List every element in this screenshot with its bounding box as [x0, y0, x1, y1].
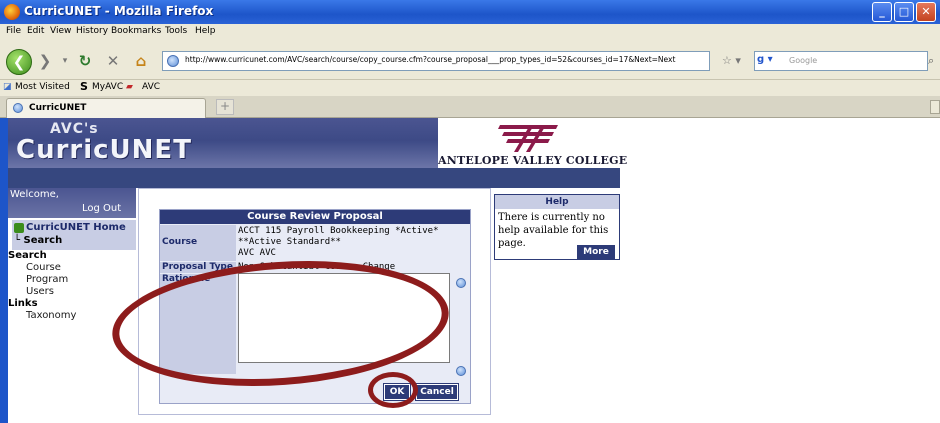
bookmark-myavc[interactable]: MyAVC [92, 82, 123, 92]
more-button[interactable]: More [577, 245, 615, 259]
bookmark-most-visited[interactable]: Most Visited [15, 82, 70, 92]
search-input[interactable]: g ▾ Google [754, 51, 928, 71]
college-logo-area: ANTELOPE VALLEY COLLEGE [438, 118, 628, 168]
nav-heading-links: Links [8, 298, 38, 309]
banner-title: CurricUNET [16, 135, 192, 165]
tab-bar: CurricUNET + [0, 96, 940, 118]
window-title-bar: CurricUNET - Mozilla Firefox _ □ ✕ [0, 0, 940, 24]
site-identity-icon[interactable] [167, 55, 179, 67]
bookmark-star-icon[interactable]: ☆ ▾ [722, 54, 741, 67]
window-frame-left [0, 118, 8, 423]
search-placeholder: Google [789, 56, 818, 65]
stop-icon[interactable]: ✕ [104, 52, 122, 70]
nav-strip [8, 168, 620, 188]
url-bar[interactable]: http://www.curricunet.com/AVC/search/cou… [162, 51, 710, 71]
cancel-button[interactable]: Cancel [415, 383, 459, 401]
course-line-2: **Active Standard** [238, 237, 341, 247]
college-name: ANTELOPE VALLEY COLLEGE [438, 154, 628, 167]
tab-favicon-icon [13, 103, 23, 113]
college-logo-icon [498, 125, 558, 152]
course-label: Course [160, 225, 236, 261]
search-icon[interactable]: ⌕ [928, 54, 934, 68]
navigation-toolbar: ❮ ❯ ▾ ↻ ✕ ⌂ http://www.curricunet.com/AV… [0, 42, 940, 80]
help-panel: Help There is currently no help availabl… [494, 194, 620, 260]
nav-link-program[interactable]: Program [26, 274, 68, 285]
help-info-icon-bottom[interactable] [456, 366, 466, 376]
forward-button[interactable]: ❯ [36, 52, 54, 70]
bookmark-avc[interactable]: AVC [142, 82, 160, 92]
reload-icon[interactable]: ↻ [76, 52, 94, 70]
nav-link-course[interactable]: Course [26, 262, 61, 273]
menu-file[interactable]: File [6, 26, 21, 36]
back-button[interactable]: ❮ [6, 49, 32, 75]
google-icon[interactable]: g ▾ [757, 54, 775, 68]
menu-view[interactable]: View [50, 26, 71, 36]
search-link-label: Search [23, 235, 63, 246]
site-banner: AVC's CurricUNET ANTELOPE VALLEY COLLEGE [8, 118, 628, 168]
curricunet-home-link[interactable]: CurricUNET Home [26, 222, 126, 233]
course-line-3: AVC AVC [238, 248, 276, 258]
close-button[interactable]: ✕ [916, 2, 936, 22]
most-visited-icon: ◪ [3, 82, 12, 92]
avc-logo-icon: ▰ [126, 82, 133, 92]
nav-link-taxonomy[interactable]: Taxonomy [26, 310, 76, 321]
maximize-button[interactable]: □ [894, 2, 914, 22]
help-info-icon[interactable] [456, 278, 466, 288]
nav-link-users[interactable]: Users [26, 286, 54, 297]
menu-edit[interactable]: Edit [27, 26, 44, 36]
menu-tools[interactable]: Tools [165, 26, 187, 36]
menu-help[interactable]: Help [195, 26, 216, 36]
minimize-button[interactable]: _ [872, 2, 892, 22]
new-tab-button[interactable]: + [216, 99, 234, 115]
tab-curricunet[interactable]: CurricUNET [6, 98, 206, 118]
logout-link[interactable]: Log Out [82, 203, 121, 214]
home-icon[interactable]: ⌂ [132, 52, 150, 70]
history-dropdown-icon[interactable]: ▾ [56, 52, 74, 70]
web-page: AVC's CurricUNET ANTELOPE VALLEY COLLEGE… [8, 118, 940, 423]
annotation-circle-ok [368, 372, 418, 408]
nav-heading-search: Search [8, 250, 47, 261]
tab-scroll-button[interactable] [930, 100, 940, 114]
help-title: Help [495, 195, 619, 209]
form-title: Course Review Proposal [160, 210, 470, 224]
bookmarks-toolbar: ◪ Most Visited S MyAVC ▰ AVC [0, 80, 940, 96]
menu-bar: File Edit View History Bookmarks Tools H… [0, 24, 940, 42]
welcome-box: Welcome, Log Out [8, 188, 136, 218]
myavc-icon: S [80, 80, 88, 93]
welcome-text: Welcome, [10, 189, 59, 200]
home-box: CurricUNET Home └ Search [12, 220, 136, 250]
window-title: CurricUNET - Mozilla Firefox [24, 4, 214, 18]
firefox-logo-icon [4, 4, 20, 20]
home-link-icon [14, 223, 24, 233]
menu-bookmarks[interactable]: Bookmarks [111, 26, 161, 36]
tab-label: CurricUNET [29, 103, 87, 113]
menu-history[interactable]: History [76, 26, 108, 36]
search-link[interactable]: └ Search [14, 235, 62, 246]
course-line-1: ACCT 115 Payroll Bookkeeping *Active* [238, 226, 439, 236]
url-text: http://www.curricunet.com/AVC/search/cou… [185, 55, 676, 64]
left-navigation: Welcome, Log Out CurricUNET Home └ Searc… [8, 188, 136, 423]
